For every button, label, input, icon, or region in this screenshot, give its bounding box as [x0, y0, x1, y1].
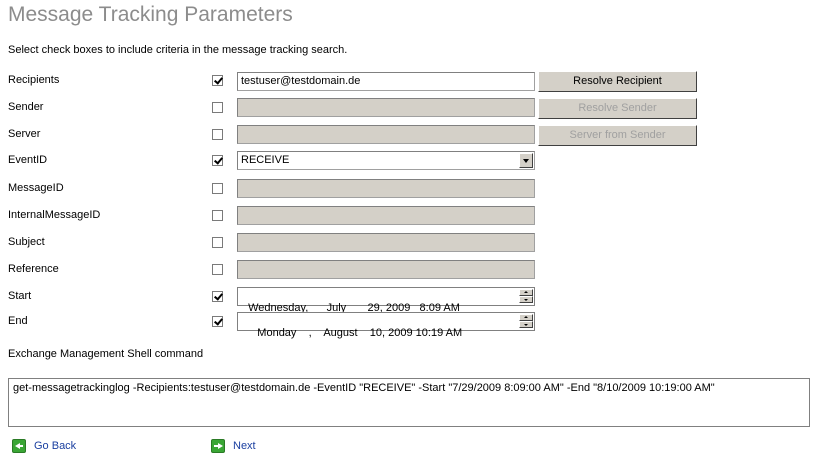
end-checkbox[interactable]	[212, 316, 223, 327]
go-back-label: Go Back	[34, 440, 77, 452]
next-label: Next	[233, 440, 256, 452]
resolve-sender-button[interactable]: Resolve Sender	[538, 98, 697, 119]
page-title: Message Tracking Parameters	[8, 3, 293, 26]
sender-checkbox[interactable]	[212, 102, 223, 113]
command-label: Exchange Management Shell command	[8, 348, 204, 360]
command-textarea[interactable]: get-messagetrackinglog -Recipients:testu…	[8, 378, 810, 427]
end-datetime-picker[interactable]: Monday , August 10, 2009 10:19 AM	[237, 312, 535, 339]
internalmessageid-checkbox[interactable]	[212, 210, 223, 221]
sender-input[interactable]	[237, 98, 535, 117]
subject-checkbox[interactable]	[212, 237, 223, 248]
end-datetime-value: Monday , August 10, 2009 10:19 AM	[248, 327, 463, 339]
internalmessageid-label: InternalMessageID	[8, 209, 101, 221]
server-checkbox[interactable]	[212, 129, 223, 140]
recipients-input[interactable]: testuser@testdomain.de	[237, 72, 535, 91]
resolve-recipient-button[interactable]: Resolve Recipient	[538, 71, 697, 92]
start-datetime-picker[interactable]: Wednesday, July 29, 2009 8:09 AM	[237, 287, 535, 314]
subject-label: Subject	[8, 236, 45, 248]
recipients-label: Recipients	[8, 74, 60, 86]
start-checkbox[interactable]	[212, 291, 223, 302]
eventid-checkbox[interactable]	[212, 155, 223, 166]
internalmessageid-input[interactable]	[237, 206, 535, 225]
sender-label: Sender	[8, 101, 44, 113]
end-label: End	[8, 315, 28, 327]
messageid-label: MessageID	[8, 182, 64, 194]
server-label: Server	[8, 128, 41, 140]
spinner-icon[interactable]	[519, 314, 533, 329]
go-back-link[interactable]: Go Back	[12, 439, 76, 453]
spinner-icon[interactable]	[519, 289, 533, 304]
server-input[interactable]	[237, 125, 535, 144]
chevron-down-icon[interactable]	[519, 153, 533, 168]
arrow-right-icon	[211, 439, 225, 453]
subject-input[interactable]	[237, 233, 535, 252]
server-from-sender-button[interactable]: Server from Sender	[538, 125, 697, 146]
eventid-label: EventID	[8, 154, 48, 166]
recipients-checkbox[interactable]	[212, 75, 223, 86]
eventid-select-value: RECEIVE	[241, 154, 290, 166]
arrow-left-icon	[12, 439, 26, 453]
reference-checkbox[interactable]	[212, 264, 223, 275]
reference-label: Reference	[8, 263, 59, 275]
messageid-input[interactable]	[237, 179, 535, 198]
eventid-select[interactable]: RECEIVE	[237, 151, 535, 170]
next-link[interactable]: Next	[211, 439, 256, 453]
instruction-text: Select check boxes to include criteria i…	[8, 44, 348, 56]
messageid-checkbox[interactable]	[212, 183, 223, 194]
reference-input[interactable]	[237, 260, 535, 279]
start-label: Start	[8, 290, 32, 302]
